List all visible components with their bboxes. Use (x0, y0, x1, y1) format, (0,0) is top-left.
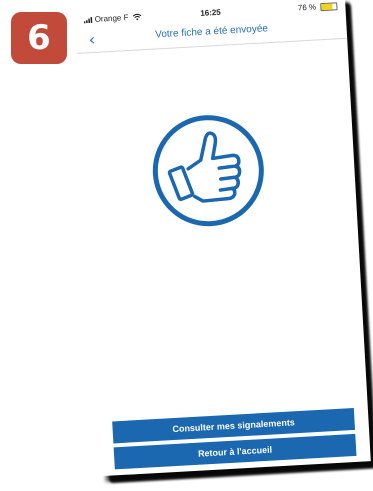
page-canvas: 6 Orange F 16:25 76 % ‹ Votre fiche a ét… (0, 0, 373, 491)
thumbs-up-icon (152, 115, 264, 227)
step-number-badge: 6 (11, 12, 67, 64)
status-battery: 76 % (298, 1, 338, 12)
battery-icon (320, 2, 338, 12)
phone-screen: Orange F 16:25 76 % ‹ Votre fiche a été … (75, 0, 371, 477)
success-illustration (146, 109, 270, 233)
battery-percent: 76 % (297, 2, 317, 13)
battery-level-fill (321, 3, 333, 11)
